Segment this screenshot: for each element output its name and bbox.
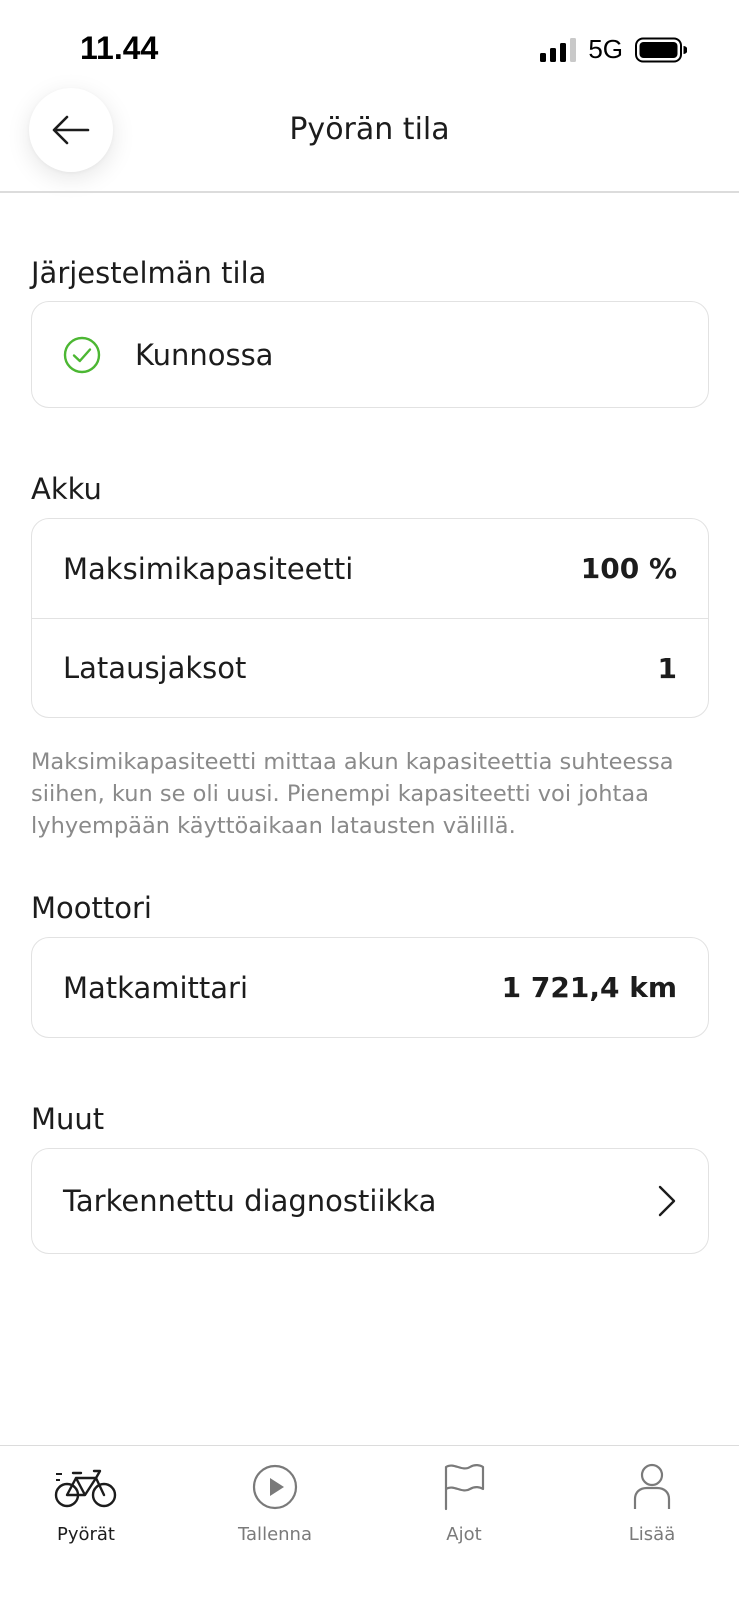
header-divider [0, 191, 739, 193]
play-icon [252, 1464, 298, 1510]
other-title: Muut [31, 1102, 105, 1136]
nav-item-record[interactable]: Tallenna [205, 1460, 345, 1545]
system-status-text: Kunnossa [135, 337, 274, 372]
other-card: Tarkennettu diagnostiikka [31, 1148, 709, 1254]
odometer-row: Matkamittari 1 721,4 km [32, 938, 708, 1037]
chevron-right-icon [658, 1185, 676, 1217]
battery-card: Maksimikapasiteetti 100 % Latausjaksot 1 [31, 518, 709, 718]
charge-cycles-label: Latausjaksot [63, 651, 247, 685]
flag-icon [444, 1464, 485, 1511]
page-title: Pyörän tila [289, 112, 450, 147]
network-label: 5G [588, 34, 623, 64]
nav-label-bikes: Pyörät [56, 1524, 115, 1545]
status-bar: 11.44 5G [0, 0, 739, 90]
status-indicators: 5G [540, 34, 687, 65]
odometer-value: 1 721,4 km [501, 971, 677, 1004]
battery-row-max-capacity: Maksimikapasiteetti 100 % [32, 519, 708, 618]
system-status-card: Kunnossa [31, 301, 709, 408]
bike-icon [54, 1469, 117, 1508]
battery-icon [635, 37, 687, 62]
battery-title: Akku [31, 472, 102, 506]
advanced-diagnostics-row[interactable]: Tarkennettu diagnostiikka [32, 1149, 708, 1253]
max-capacity-value: 100 % [580, 552, 677, 585]
odometer-label: Matkamittari [63, 970, 249, 1005]
nav-label-rides: Ajot [446, 1524, 482, 1545]
bottom-nav: Pyörät Tallenna Ajot Lisää [0, 1445, 739, 1600]
battery-note: Maksimikapasiteetti mittaa akun kapasite… [31, 749, 674, 839]
motor-card: Matkamittari 1 721,4 km [31, 937, 709, 1038]
person-icon [633, 1463, 671, 1509]
nav-item-rides[interactable]: Ajot [394, 1460, 534, 1545]
charge-cycles-value: 1 [657, 651, 677, 685]
status-time: 11.44 [80, 30, 159, 66]
nav-label-more: Lisää [628, 1524, 676, 1545]
signal-icon [540, 37, 577, 62]
max-capacity-label: Maksimikapasiteetti [63, 551, 354, 586]
motor-title: Moottori [31, 891, 152, 925]
nav-item-more[interactable]: Lisää [582, 1460, 722, 1545]
advanced-diagnostics-label: Tarkennettu diagnostiikka [63, 1184, 437, 1218]
nav-item-bikes[interactable]: Pyörät [16, 1460, 156, 1545]
nav-label-record: Tallenna [238, 1524, 312, 1545]
battery-row-charge-cycles: Latausjaksot 1 [32, 618, 708, 717]
check-circle-icon [63, 336, 101, 374]
system-status-title: Järjestelmän tila [31, 256, 267, 290]
